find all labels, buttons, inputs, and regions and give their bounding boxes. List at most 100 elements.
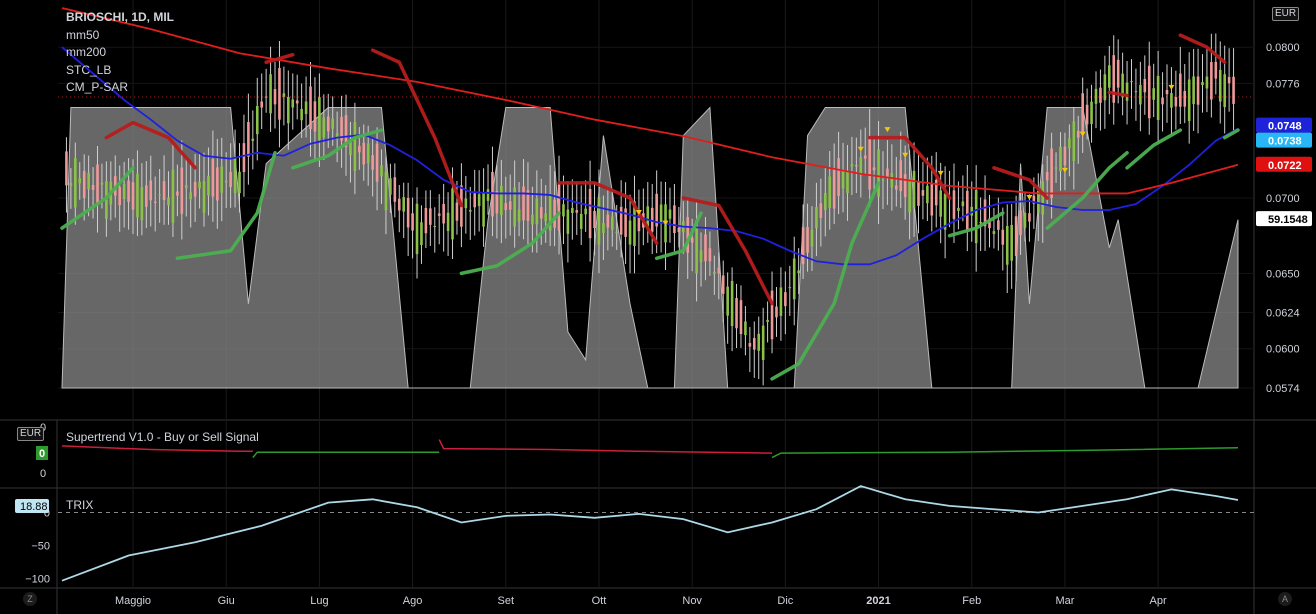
candle-body (926, 185, 929, 204)
supertrend-y-tick: 0 (40, 468, 46, 480)
candle-body (606, 214, 610, 228)
candle-body (602, 223, 605, 234)
candle-body (526, 190, 530, 221)
candle-body (1005, 225, 1009, 265)
candle-body (216, 167, 219, 201)
candle-body (668, 209, 672, 219)
candle-body (517, 209, 521, 222)
candle-body (180, 167, 184, 214)
candle-body (477, 194, 481, 207)
candle-body (1076, 130, 1080, 138)
candle-body (366, 143, 370, 164)
candle-body (619, 206, 623, 235)
supertrend-title: Supertrend V1.0 - Buy or Sell Signal (66, 430, 259, 444)
candle-body (957, 207, 960, 211)
candle-body (952, 190, 956, 219)
x-tick-label: Giu (218, 595, 235, 607)
candle-body (588, 188, 592, 239)
currency-badge-main[interactable]: EUR (1272, 7, 1300, 21)
candle-body (761, 325, 765, 360)
candle-body (202, 180, 206, 214)
candle-body (193, 181, 197, 197)
candle-body (140, 186, 144, 221)
corner-a-button[interactable]: A (1278, 592, 1292, 606)
candle-body (313, 101, 317, 132)
currency-badge-supertrend[interactable]: EUR (17, 427, 45, 441)
candle-body (211, 158, 215, 197)
candle-body (1028, 213, 1031, 222)
corner-z-button[interactable]: Z (23, 592, 37, 606)
trix-y-tick: −50 (31, 541, 50, 553)
candle-body (362, 142, 366, 165)
candle-body (1174, 97, 1178, 107)
candle-body (1103, 74, 1107, 101)
candle-body (1205, 76, 1209, 89)
candle-body (1218, 69, 1222, 102)
candle-body (881, 179, 885, 181)
candle-body (318, 97, 321, 141)
candle-body (167, 197, 170, 206)
y-tick-label: 0.0650 (1266, 268, 1300, 280)
candle-body (349, 141, 352, 156)
candle-body (224, 180, 228, 183)
candle-body (792, 258, 796, 300)
candle-body (1023, 212, 1027, 228)
candle-body (397, 198, 401, 211)
candle-body (828, 176, 832, 208)
candle-body (198, 181, 201, 189)
candle-body (1139, 84, 1142, 105)
candle-body (890, 172, 894, 188)
candle-body (429, 208, 432, 225)
candle-body (247, 122, 250, 157)
candle-body (1068, 138, 1071, 149)
candle-body (597, 197, 601, 245)
candle-body (819, 203, 823, 218)
candle-body (1116, 59, 1120, 88)
candle-body (593, 210, 596, 229)
candle-body (1161, 97, 1164, 105)
candle-body (1014, 216, 1018, 256)
sar-up-segment (1125, 128, 1183, 170)
x-tick-label: Ago (403, 595, 423, 607)
candle-body (921, 190, 925, 196)
candle-body (522, 186, 525, 221)
candle-body (1214, 61, 1218, 79)
candle-body (579, 213, 583, 229)
candle-body (295, 100, 299, 104)
candle-body (992, 231, 996, 235)
supertrend-buy-line (252, 451, 440, 459)
candle-body (1210, 62, 1213, 100)
candle-body (220, 166, 224, 193)
price-label: 59.1548 (1268, 214, 1308, 226)
candle-body (389, 178, 392, 195)
candle-body (158, 194, 161, 196)
candle-body (575, 210, 579, 213)
trix-pane: 0−50−10018.88 (15, 485, 1254, 586)
candle-body (1201, 82, 1204, 86)
candle-body (1001, 229, 1005, 245)
candle-body (287, 96, 290, 124)
candle-body (442, 203, 445, 224)
x-tick-label: Mar (1055, 595, 1074, 607)
candle-body (269, 74, 272, 114)
candle-body (136, 173, 139, 218)
candle-body (553, 199, 556, 228)
candle-body (610, 216, 614, 230)
y-tick-label: 0.0776 (1266, 78, 1300, 90)
candle-body (508, 201, 512, 210)
chart-canvas[interactable]: 000 0−50−10018.88 MaggioGiuLugAgoSetOttN… (0, 0, 1316, 614)
x-tick-label: 2021 (866, 595, 890, 607)
x-tick-label: Dic (777, 595, 793, 607)
candle-body (1072, 121, 1076, 161)
candle-body (322, 117, 326, 138)
candle-body (242, 143, 246, 173)
candle-body (65, 151, 68, 186)
candle-body (411, 213, 414, 231)
candle-body (1152, 88, 1155, 100)
legend: BRIOSCHI, 1D, MIL mm50 mm200 STC_LB CM_P… (66, 9, 174, 97)
trix-y-tick: −100 (25, 574, 50, 586)
candle-body (96, 164, 99, 206)
candle-body (837, 158, 840, 196)
candle-body (806, 227, 809, 253)
legend-mm50: mm50 (66, 27, 100, 42)
